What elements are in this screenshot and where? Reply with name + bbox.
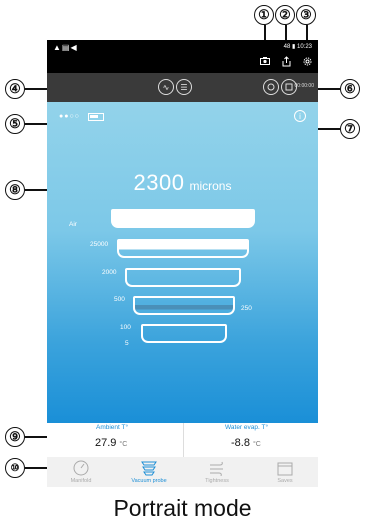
callout-7: ⑦ [340,119,360,139]
funnel-label-5: 5 [125,340,129,347]
nav-label: Tightness [205,478,229,484]
funnel-level-air [111,209,255,228]
bottom-nav: Manifold Vacuum probe Tightness Saves [47,457,318,487]
status-bar: ▲▤◀ 48 ▮ 10:23 [47,40,318,73]
callout-10: ⑩ [5,458,25,478]
list-mode-button[interactable]: ☰ [176,79,192,95]
wave-mode-button[interactable]: ∿ [158,79,174,95]
water-evap-number: -8.8 [231,437,250,449]
reading-unit: microns [189,179,232,193]
callout-6: ⑥ [340,79,360,99]
callout-1: ① [254,5,274,25]
temperature-readings: Ambient T° 27.9 °C Water evap. T° -8.8 °C [47,423,318,457]
water-evap-label: Water evap. T° [225,424,269,431]
battery-icon [88,113,104,121]
nav-saves[interactable]: Saves [251,457,319,487]
share-icon[interactable] [280,55,292,67]
callout-4: ④ [5,79,25,99]
ambient-value: 27.9 °C [95,437,127,449]
connection-indicator: ●●○○ [59,113,80,120]
camera-icon[interactable] [259,55,271,67]
saves-icon [275,459,295,476]
funnel-label-500: 500 [114,296,125,303]
callout-9: ⑨ [5,427,25,447]
funnel-label-25000: 25000 [90,241,109,248]
nav-label: Manifold [70,478,92,484]
funnel-label-100: 100 [120,324,131,331]
ambient-label: Ambient T° [96,424,129,431]
leader-6 [316,88,340,90]
reading-value: 2300 [133,170,185,195]
vacuum-probe-icon [139,459,159,476]
status-left-icons: ▲▤◀ [53,43,78,52]
info-button[interactable]: i [294,110,306,122]
water-evap-value: -8.8 °C [231,437,261,449]
nav-tightness[interactable]: Tightness [183,457,251,487]
water-evap-unit: °C [252,441,261,448]
record-button[interactable] [263,79,279,95]
funnel-label-2000: 2000 [102,269,117,276]
funnel-label-250: 250 [241,305,252,312]
funnel-level-100 [141,324,227,343]
measurement-panel: ●●○○ i 2300 microns Air 25000 2000 500 25… [47,102,318,423]
nav-manifold[interactable]: Manifold [47,457,115,487]
readings-divider [183,423,184,457]
nav-label: Vacuum probe [131,478,167,484]
status-right: 48 ▮ 10:23 [283,44,312,50]
nav-label: Saves [277,478,293,484]
gear-icon[interactable] [301,55,313,67]
callout-3: ③ [296,5,316,25]
nav-vacuum-probe[interactable]: Vacuum probe [115,457,183,487]
timer: 00:00:00 [294,83,314,89]
callout-2: ② [275,5,295,25]
callout-5: ⑤ [5,114,25,134]
funnel-level-500 [133,296,235,315]
funnel-level-2000 [125,268,241,287]
gauge-icon [71,459,91,476]
wind-icon [207,459,227,476]
caption: Portrait mode [113,495,252,521]
callout-8: ⑧ [5,180,25,200]
ambient-number: 27.9 [95,437,117,449]
vacuum-reading: 2300 microns [47,170,318,196]
funnel-label-air: Air [69,221,77,228]
ambient-unit: °C [119,441,128,448]
funnel-level-25000 [117,239,249,258]
toolbar: ∿ ☰ 00:00:00 [47,73,318,102]
